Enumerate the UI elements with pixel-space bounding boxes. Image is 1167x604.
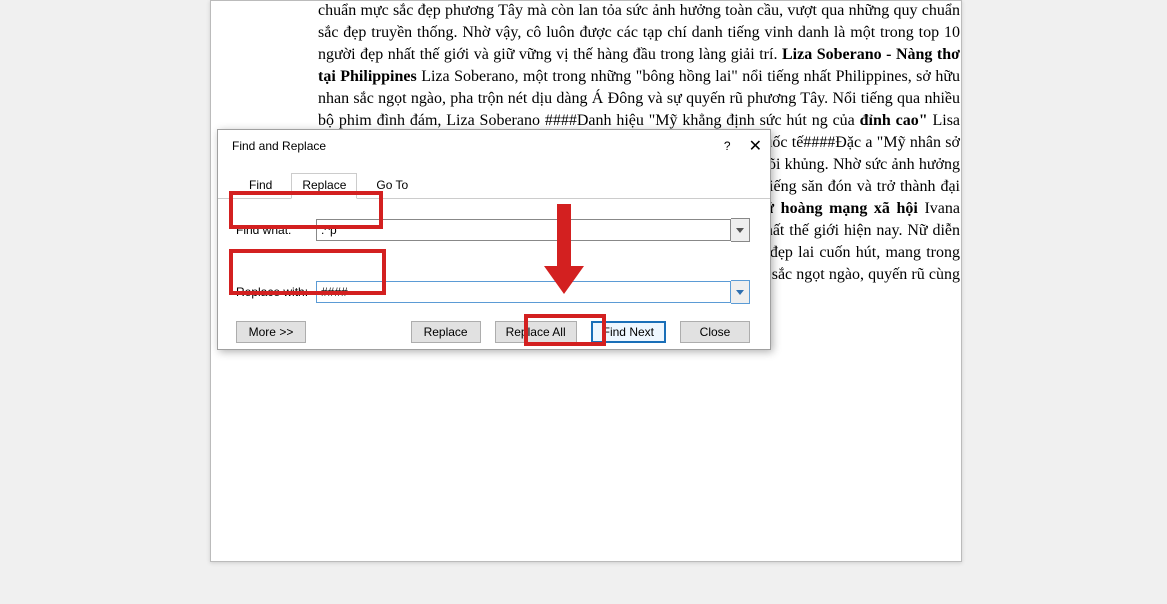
dialog-title: Find and Replace bbox=[232, 139, 326, 153]
close-icon[interactable]: ✕ bbox=[749, 136, 762, 156]
more-button[interactable]: More >> bbox=[236, 321, 306, 343]
replace-with-label: Replace with: bbox=[236, 285, 316, 299]
find-what-input[interactable] bbox=[316, 219, 731, 241]
dialog-titlebar: Find and Replace ? ✕ bbox=[218, 130, 770, 158]
help-button[interactable]: ? bbox=[724, 139, 731, 153]
replace-with-input[interactable] bbox=[316, 281, 731, 303]
dialog-button-row: More >> Replace Replace All Find Next Cl… bbox=[218, 309, 770, 353]
dialog-tabs: Find Replace Go To bbox=[218, 158, 770, 199]
find-dropdown[interactable] bbox=[731, 218, 750, 242]
close-button[interactable]: Close bbox=[680, 321, 750, 343]
tab-replace[interactable]: Replace bbox=[291, 173, 357, 199]
find-replace-dialog: Find and Replace ? ✕ Find Replace Go To … bbox=[217, 129, 771, 350]
find-what-label: Find what: bbox=[236, 223, 316, 237]
replace-all-button[interactable]: Replace All bbox=[495, 321, 577, 343]
replace-dropdown[interactable] bbox=[731, 280, 750, 304]
replace-button[interactable]: Replace bbox=[411, 321, 481, 343]
tab-find[interactable]: Find bbox=[238, 173, 283, 199]
chevron-down-icon bbox=[736, 290, 744, 295]
tab-goto[interactable]: Go To bbox=[365, 173, 419, 199]
chevron-down-icon bbox=[736, 228, 744, 233]
find-next-button[interactable]: Find Next bbox=[591, 321, 666, 343]
replace-with-row: Replace with: bbox=[218, 277, 770, 307]
find-what-row: Find what: bbox=[218, 215, 770, 245]
